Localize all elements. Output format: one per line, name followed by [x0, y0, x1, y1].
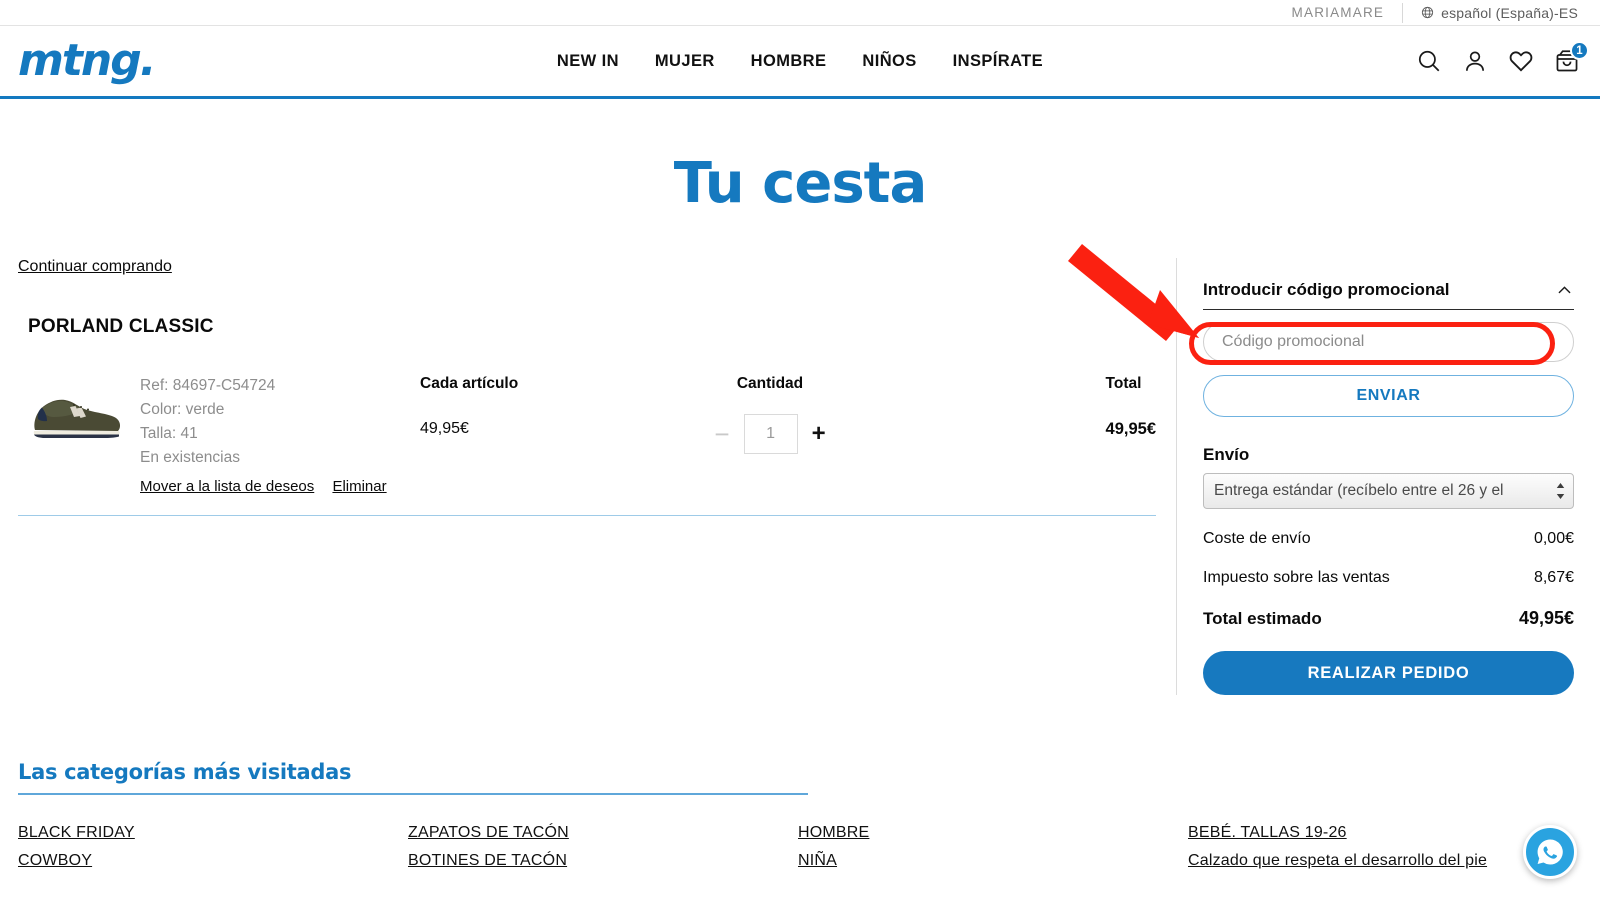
cart-layout: Continuar comprando PORLAND CLASSIC Ref:… [0, 258, 1600, 695]
summary-row-shipping-cost: Coste de envío 0,00€ [1203, 530, 1574, 548]
category-link[interactable]: COWBOY [18, 848, 408, 874]
quantity-stepper: − + [610, 414, 930, 455]
brand-logo[interactable]: mtng. [18, 39, 156, 83]
search-icon[interactable] [1416, 48, 1442, 74]
place-order-button[interactable]: REALIZAR PEDIDO [1203, 651, 1574, 695]
category-link[interactable]: BOTINES DE TACÓN [408, 848, 798, 874]
product-action-links: Mover a la lista de deseos Eliminar [140, 478, 420, 495]
product-color: Color: verde [140, 401, 225, 419]
promo-code-header[interactable]: Introducir código promocional [1203, 280, 1574, 310]
column-header-each-item: Cada artículo [420, 375, 519, 392]
nav-item-hombre[interactable]: HOMBRE [751, 52, 827, 71]
category-link[interactable]: BLACK FRIDAY [18, 820, 408, 846]
shipping-cost-value: 0,00€ [1533, 530, 1574, 547]
language-selector[interactable]: español (España)-ES [1421, 5, 1578, 21]
product-meta: Ref: 84697-C54724 Color: verde Talla: 41… [140, 352, 420, 495]
quantity-input[interactable] [743, 414, 798, 455]
category-link[interactable]: ZAPATOS DE TACÓN [408, 820, 798, 846]
product-size: Talla: 41 [140, 425, 198, 443]
shipping-cost-label: Coste de envío [1203, 530, 1311, 547]
shipping-select-wrapper: Entrega estándar (recíbelo entre el 26 y… [1203, 473, 1574, 509]
whatsapp-chat-button[interactable] [1523, 825, 1577, 879]
shipping-section-title: Envío [1203, 445, 1250, 464]
nav-item-inspirate[interactable]: INSPÍRATE [953, 52, 1043, 71]
summary-row-sales-tax: Impuesto sobre las ventas 8,67€ [1203, 569, 1574, 587]
line-total-value: 49,95€ [1105, 420, 1156, 439]
categories-divider [18, 793, 808, 795]
utility-divider [1402, 2, 1404, 23]
utility-bar: MARIAMARE español (España)-ES [0, 0, 1600, 26]
categories-section: Las categorías más visitadas [18, 760, 808, 795]
promo-code-input[interactable] [1203, 322, 1574, 362]
sales-tax-value: 8,67€ [1533, 569, 1574, 586]
header-icon-group: 1 [1416, 41, 1589, 74]
page-title: Tu cesta [673, 151, 927, 216]
language-label: español (España)-ES [1441, 4, 1578, 21]
promo-submit-button[interactable]: ENVIAR [1203, 375, 1574, 417]
product-ref: Ref: 84697-C54724 [140, 377, 276, 394]
main-navigation: NEW IN MUJER HOMBRE NIÑOS INSPÍRATE [0, 52, 1600, 71]
unit-price-value: 49,95€ [420, 420, 469, 438]
quantity-column: Cantidad − + [610, 352, 930, 455]
column-header-total: Total [1105, 375, 1142, 392]
chevron-up-icon[interactable] [1555, 281, 1574, 300]
category-link[interactable]: BEBÉ. TALLAS 19-26 [1188, 820, 1578, 846]
remove-item-link[interactable]: Eliminar [332, 478, 386, 495]
estimated-total-label: Total estimado [1203, 609, 1322, 628]
unit-price-column: Cada artículo 49,95€ [420, 352, 610, 438]
order-summary-panel: Introducir código promocional ENVIAR Env… [1176, 258, 1600, 695]
globe-icon [1422, 6, 1434, 19]
nav-item-new-in[interactable]: NEW IN [557, 52, 619, 71]
product-availability: En existencias [140, 449, 240, 467]
cart-line-item: Ref: 84697-C54724 Color: verde Talla: 41… [18, 352, 1156, 517]
whatsapp-icon [1537, 839, 1563, 865]
product-thumbnail[interactable] [26, 384, 126, 470]
category-link[interactable]: Calzado que respeta el desarrollo del pi… [1188, 848, 1578, 874]
categories-title: Las categorías más visitadas [18, 760, 352, 784]
quantity-decrease-button[interactable]: − [714, 421, 729, 447]
user-icon[interactable] [1462, 48, 1488, 74]
nav-item-ninos[interactable]: NIÑOS [862, 52, 916, 71]
sneaker-image [33, 399, 121, 438]
heart-icon[interactable] [1508, 48, 1534, 74]
category-link[interactable]: HOMBRE [798, 820, 1188, 846]
account-name[interactable]: MARIAMARE [1292, 5, 1385, 20]
quantity-increase-button[interactable]: + [812, 422, 826, 446]
nav-item-mujer[interactable]: MUJER [655, 52, 715, 71]
cart-button[interactable]: 1 [1554, 41, 1589, 74]
cart-count-badge: 1 [1570, 41, 1589, 60]
sales-tax-label: Impuesto sobre las ventas [1203, 569, 1390, 586]
promo-code-title: Introducir código promocional [1203, 280, 1450, 299]
site-header: mtng. NEW IN MUJER HOMBRE NIÑOS INSPÍRAT… [0, 26, 1600, 99]
move-to-wishlist-link[interactable]: Mover a la lista de deseos [140, 478, 314, 495]
category-link[interactable]: NIÑA [798, 848, 1188, 874]
column-header-quantity: Cantidad [736, 375, 804, 392]
continue-shopping-link[interactable]: Continuar comprando [18, 258, 172, 276]
line-total-column: Total 49,95€ [1106, 352, 1156, 439]
shipping-method-select[interactable]: Entrega estándar (recíbelo entre el 26 y… [1203, 473, 1574, 509]
estimated-total-value: 49,95€ [1518, 608, 1574, 628]
product-name[interactable]: PORLAND CLASSIC [28, 316, 1156, 338]
cart-items-column: Continuar comprando PORLAND CLASSIC Ref:… [0, 258, 1176, 695]
categories-grid: BLACK FRIDAY ZAPATOS DE TACÓN HOMBRE BEB… [18, 820, 1578, 874]
summary-row-estimated-total: Total estimado 49,95€ [1203, 608, 1574, 629]
